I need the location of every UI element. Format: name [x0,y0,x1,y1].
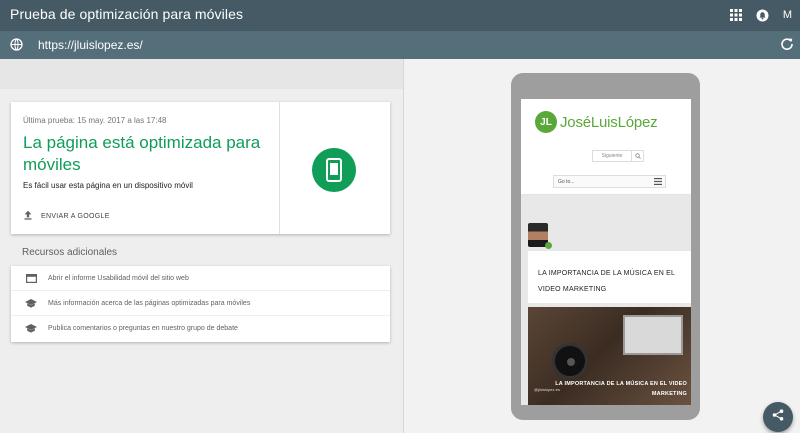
globe-icon [10,38,23,56]
resource-item-learn-more[interactable]: Más información acerca de las páginas op… [11,291,390,316]
phone-screen-preview: JL JoséLuisLópez Siguiente Go to... LA I… [521,99,691,405]
school-icon [24,324,38,333]
avatar-badge-icon [545,242,552,249]
card-divider [279,102,280,234]
site-logo: JL JoséLuisLópez [535,111,658,133]
report-icon [24,273,38,283]
resources-list: Abrir el informe Usabilidad móvil del si… [11,266,390,342]
result-description: Es fácil usar esta página en un disposit… [23,181,193,190]
url-input[interactable]: https://jluislopez.es/ [38,38,143,52]
post-title: LA IMPORTANCIA DE LA MÚSICA EN EL VIDEO … [538,270,675,293]
featured-caption: LA IMPORTANCIA DE LA MÚSICA EN EL VIDEO … [555,381,687,397]
site-name: JoséLuisLópez [560,113,658,131]
logo-mark: JL [535,111,557,133]
app-title: Prueba de optimización para móviles [10,6,244,22]
search-icon[interactable] [632,150,644,162]
author-avatar [528,223,552,249]
app-header: Prueba de optimización para móviles M [0,0,800,31]
url-bar: https://jluislopez.es/ [0,31,800,59]
menu-icon [654,178,662,187]
reload-icon[interactable] [780,37,794,56]
site-header: JL JoséLuisLópez Siguiente Go to... [521,99,691,195]
resource-item-discussion-group[interactable]: Publica comentarios o preguntas en nuest… [11,316,390,341]
upload-icon [23,210,33,222]
resource-label: Más información acerca de las páginas op… [48,299,251,307]
laptop-graphic [623,315,683,355]
site-search-input[interactable]: Siguiente [592,150,632,162]
result-headline: La página está optimizada para móviles [23,133,261,174]
last-test-date: Última prueba: 15 may. 2017 a las 17:48 [23,116,167,125]
share-button[interactable] [763,402,793,432]
resources-title: Recursos adicionales [22,247,118,258]
site-nav-select[interactable]: Go to... [553,175,666,188]
goto-label: Go to... [558,178,575,185]
post-card[interactable]: LA IMPORTANCIA DE LA MÚSICA EN EL VIDEO … [528,251,691,303]
mobile-friendly-icon [312,148,356,192]
resource-item-usability-report[interactable]: Abrir el informe Usabilidad móvil del si… [11,266,390,291]
vinyl-record-graphic [552,343,588,379]
featured-image: @jluislopez.es LA IMPORTANCIA DE LA MÚSI… [528,307,691,405]
resource-label: Publica comentarios o preguntas en nuest… [48,325,238,332]
result-card: Última prueba: 15 may. 2017 a las 17:48 … [11,102,390,234]
school-icon [24,298,38,308]
resource-label: Abrir el informe Usabilidad móvil del si… [48,274,189,282]
apps-grid-icon[interactable] [729,6,742,24]
send-to-google-button[interactable]: ENVIAR A GOOGLE [23,210,110,222]
account-avatar[interactable]: M [783,6,792,24]
share-icon [772,408,784,426]
send-to-google-label: ENVIAR A GOOGLE [41,212,110,220]
notifications-icon[interactable] [756,6,769,24]
results-header-band [0,59,403,89]
